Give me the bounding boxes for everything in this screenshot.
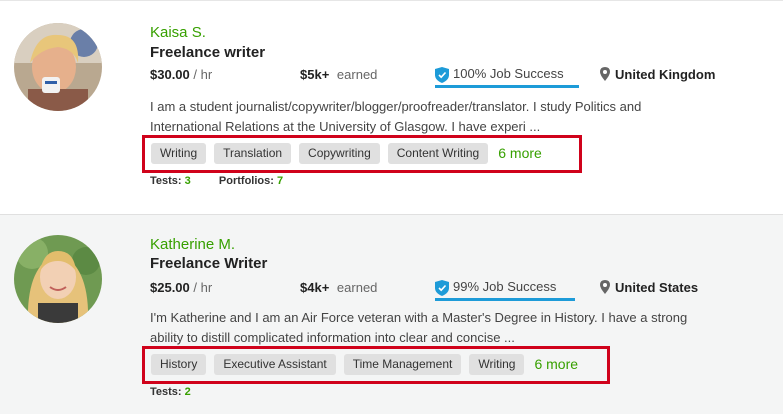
avatar-image: [14, 23, 102, 111]
skill-tag[interactable]: Writing: [151, 143, 207, 164]
freelancer-card[interactable]: Katherine M. Freelance Writer $25.00 / h…: [0, 214, 783, 414]
job-success-label: 100% Job Success: [453, 66, 564, 81]
shield-icon: [435, 280, 449, 296]
location-pin-icon: [600, 280, 610, 294]
avatar-image: [14, 235, 102, 323]
tests-row: Tests: 2: [150, 386, 191, 398]
job-success-label: 99% Job Success: [453, 279, 557, 294]
freelancer-description: I am a student journalist/copywriter/blo…: [150, 99, 642, 134]
freelancer-card[interactable]: Kaisa S. Freelance writer $30.00 / hr $5…: [0, 0, 783, 214]
avatar[interactable]: [14, 235, 102, 323]
job-success-score[interactable]: 100% Job Success: [435, 66, 579, 88]
location-label: United Kingdom: [615, 67, 716, 82]
skills-highlight-box: History Executive Assistant Time Managemen…: [142, 346, 610, 384]
freelancer-name[interactable]: Katherine M.: [150, 236, 235, 253]
skill-tag[interactable]: History: [151, 354, 207, 375]
tests-label: Tests:: [150, 175, 182, 187]
rate-value: $25.00: [150, 280, 190, 295]
freelancer-title: Freelance writer: [150, 44, 266, 61]
skill-tag[interactable]: Translation: [214, 143, 292, 164]
tests-count[interactable]: 2: [185, 386, 191, 398]
earned-label: earned: [336, 67, 378, 82]
tests-count[interactable]: 3: [185, 175, 191, 187]
portfolios-label: Portfolios:: [218, 175, 274, 187]
earned-label: earned: [336, 280, 378, 295]
stats-row: $25.00 / hr $4k+ earned 99% Job Success …: [150, 279, 770, 301]
more-skills-link[interactable]: 6 more: [498, 143, 542, 164]
tests-portfolios-row: Tests: 3 Portfolios: 7: [150, 175, 283, 187]
freelancer-name[interactable]: Kaisa S.: [150, 24, 206, 41]
freelancer-description: I'm Katherine and I am an Air Force vete…: [150, 310, 688, 345]
avatar[interactable]: [14, 23, 102, 111]
rate-unit: / hr: [193, 67, 213, 82]
rate-value: $30.00: [150, 67, 190, 82]
skill-tag[interactable]: Copywriting: [299, 143, 380, 164]
portfolios-count[interactable]: 7: [277, 175, 283, 187]
earned-value: $4k+: [300, 280, 330, 295]
more-skills-link[interactable]: 6 more: [534, 354, 578, 375]
earnings: $5k+ earned: [300, 67, 377, 82]
rate-unit: / hr: [193, 280, 213, 295]
hourly-rate: $30.00 / hr: [150, 67, 212, 82]
stats-row: $30.00 / hr $5k+ earned 100% Job Success…: [150, 66, 770, 88]
tests-label: Tests:: [150, 386, 182, 398]
job-success-score[interactable]: 99% Job Success: [435, 279, 575, 301]
hourly-rate: $25.00 / hr: [150, 280, 212, 295]
skill-tag[interactable]: Executive Assistant: [214, 354, 336, 375]
location-pin-icon: [600, 67, 610, 81]
location-label: United States: [615, 280, 699, 295]
earnings: $4k+ earned: [300, 280, 377, 295]
skill-tag[interactable]: Time Management: [343, 354, 462, 375]
skill-tag[interactable]: Content Writing: [387, 143, 489, 164]
freelancer-title: Freelance Writer: [150, 255, 268, 272]
skill-tag[interactable]: Writing: [469, 354, 525, 375]
earned-value: $5k+: [300, 67, 330, 82]
skills-highlight-box: Writing Translation Copywriting Content Wri…: [142, 135, 582, 173]
shield-icon: [435, 67, 449, 83]
